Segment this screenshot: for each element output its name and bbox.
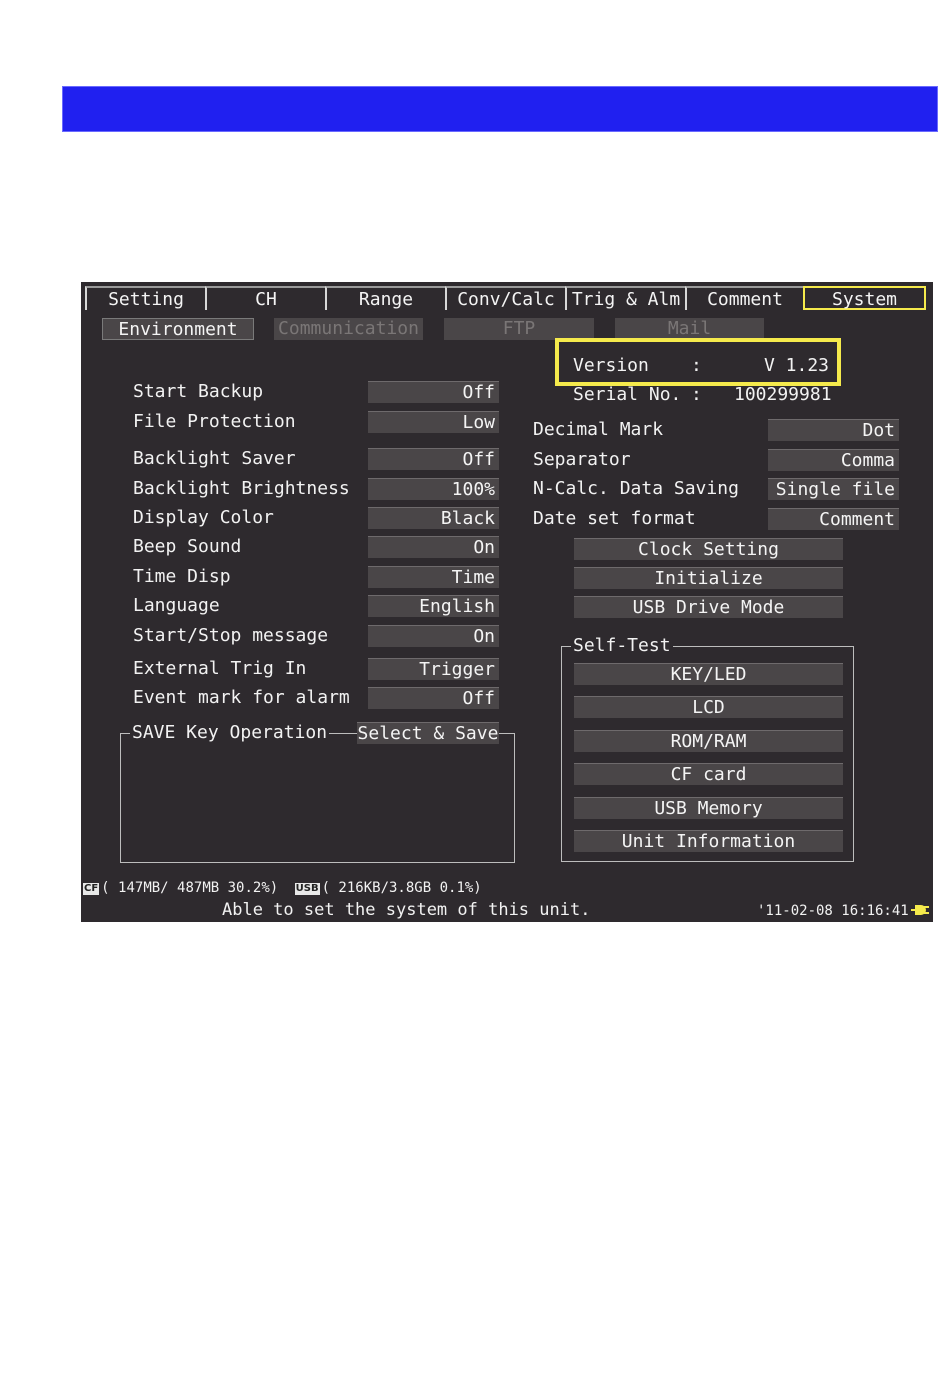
decimal-mark-select[interactable]: Dot	[768, 419, 899, 441]
rom-ram-test-button[interactable]: ROM/RAM	[574, 730, 843, 752]
unit-information-button[interactable]: Unit Information	[574, 830, 843, 852]
tab-conv-calc[interactable]: Conv/Calc	[445, 286, 565, 310]
key-led-test-button[interactable]: KEY/LED	[574, 663, 843, 685]
file-protection-label: File Protection	[133, 411, 296, 432]
time-disp-label: Time Disp	[133, 566, 231, 587]
start-backup-select[interactable]: Off	[368, 381, 499, 403]
initialize-button[interactable]: Initialize	[574, 567, 843, 589]
language-select[interactable]: English	[368, 595, 499, 617]
backlight-brightness-select[interactable]: 100%	[368, 478, 499, 500]
status-message: Able to set the system of this unit.	[222, 900, 591, 920]
start-backup-label: Start Backup	[133, 381, 264, 402]
cf-card-icon: CF	[83, 883, 100, 895]
ncalc-data-saving-label: N-Calc. Data Saving	[533, 478, 739, 499]
date-set-format-label: Date set format	[533, 508, 696, 529]
storage-status: CF( 147MB/ 487MB 30.2%) USB( 216KB/3.8GB…	[83, 880, 482, 896]
external-trig-in-select[interactable]: Trigger	[368, 658, 499, 680]
tab-trig-alm[interactable]: Trig & Alm	[565, 286, 685, 310]
usb-usage-text: ( 216KB/3.8GB 0.1%)	[321, 880, 482, 896]
self-test-title: Self-Test	[571, 635, 673, 657]
backlight-saver-label: Backlight Saver	[133, 448, 296, 469]
display-color-select[interactable]: Black	[368, 507, 499, 529]
power-plug-icon	[911, 902, 929, 918]
tab-setting[interactable]: Setting	[85, 286, 205, 310]
version-value: V 1.23	[764, 355, 830, 376]
subtab-mail[interactable]: Mail	[615, 318, 764, 340]
beep-sound-label: Beep Sound	[133, 536, 242, 557]
backlight-saver-select[interactable]: Off	[368, 448, 499, 470]
usb-drive-mode-button[interactable]: USB Drive Mode	[574, 596, 843, 618]
event-mark-alarm-select[interactable]: Off	[368, 687, 499, 709]
tab-ch[interactable]: CH	[205, 286, 325, 310]
separator-select[interactable]: Comma	[768, 449, 899, 471]
time-disp-select[interactable]: Time	[368, 566, 499, 588]
separator-label: Separator	[533, 449, 631, 470]
clock-setting-button[interactable]: Clock Setting	[574, 538, 843, 560]
subtab-ftp[interactable]: FTP	[444, 318, 594, 340]
subtab-environment[interactable]: Environment	[102, 318, 254, 340]
serial-colon: :	[691, 384, 702, 405]
cf-card-test-button[interactable]: CF card	[574, 763, 843, 785]
display-color-label: Display Color	[133, 507, 274, 528]
subtab-communication[interactable]: Communication	[274, 318, 423, 340]
language-label: Language	[133, 595, 220, 616]
decimal-mark-label: Decimal Mark	[533, 419, 664, 440]
datetime-display: '11-02-08 16:16:41	[757, 903, 909, 919]
cf-usage-text: ( 147MB/ 487MB 30.2%)	[101, 880, 279, 896]
version-colon: :	[691, 355, 702, 376]
ncalc-data-saving-select[interactable]: Single file	[768, 478, 899, 500]
serial-value: 100299981	[734, 384, 832, 405]
beep-sound-select[interactable]: On	[368, 536, 499, 558]
tab-system[interactable]: System	[803, 286, 926, 310]
external-trig-in-label: External Trig In	[133, 658, 307, 679]
start-stop-message-select[interactable]: On	[368, 625, 499, 647]
lcd-test-button[interactable]: LCD	[574, 696, 843, 718]
usb-memory-test-button[interactable]: USB Memory	[574, 797, 843, 819]
tab-comment[interactable]: Comment	[685, 286, 803, 310]
tab-range[interactable]: Range	[325, 286, 445, 310]
save-key-group	[120, 733, 515, 863]
backlight-brightness-label: Backlight Brightness	[133, 478, 350, 499]
serial-label: Serial No.	[573, 384, 682, 405]
date-set-format-select[interactable]: Comment	[768, 508, 899, 530]
save-key-select[interactable]: Select & Save	[357, 722, 499, 744]
file-protection-select[interactable]: Low	[368, 411, 499, 433]
usb-icon: USB	[294, 883, 320, 895]
version-label: Version	[573, 355, 649, 376]
event-mark-alarm-label: Event mark for alarm	[133, 687, 350, 708]
start-stop-message-label: Start/Stop message	[133, 625, 329, 646]
main-tab-bar: Setting CH Range Conv/Calc Trig & Alm Co…	[85, 286, 929, 310]
header-banner	[62, 86, 938, 132]
save-key-label: SAVE Key Operation	[130, 722, 330, 744]
device-screen: Setting CH Range Conv/Calc Trig & Alm Co…	[81, 282, 933, 922]
